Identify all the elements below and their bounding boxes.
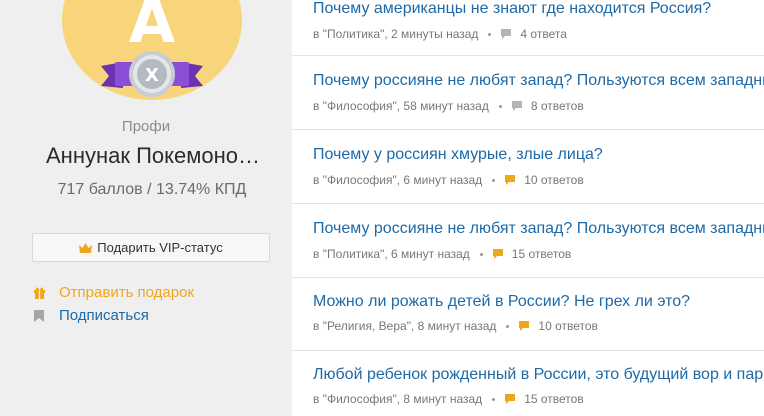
question-category[interactable]: в "Философия"	[313, 392, 397, 406]
question-time: 6 минут назад	[391, 247, 470, 261]
send-gift-label: Отправить подарок	[59, 284, 195, 301]
question-meta: в "Философия", 58 минут назад 8 ответов	[313, 99, 584, 113]
question-meta: в "Политика", 6 минут назад 15 ответов	[313, 247, 572, 261]
answer-count[interactable]: 4 ответа	[520, 27, 566, 41]
question-time: 8 минут назад	[417, 319, 497, 333]
question-time: 6 минут назад	[403, 173, 483, 187]
separator-dot	[479, 252, 483, 256]
question-feed: Почему американцы не знают где находится…	[292, 0, 764, 416]
comment-bubble-icon	[505, 394, 516, 404]
avatar-letter: А	[128, 0, 176, 57]
send-gift-link[interactable]: Отправить подарок	[32, 284, 194, 301]
badge-letter: X	[145, 65, 159, 86]
question-meta: в "Религия, Вера", 8 минут назад 10 отве…	[313, 319, 598, 333]
gift-vip-button[interactable]: Подарить VIP-статус	[32, 233, 270, 262]
subscribe-label: Подписаться	[59, 307, 149, 324]
question-time: 2 минуты назад	[391, 27, 479, 41]
question-title[interactable]: Почему россияне не любят запад? Пользуют…	[313, 220, 764, 238]
answer-count[interactable]: 10 ответов	[538, 319, 598, 333]
question-item: Почему россияне не любят запад? Пользуют…	[292, 204, 764, 278]
question-title[interactable]: Можно ли рожать детей в России? Не грех …	[313, 293, 764, 311]
gift-icon	[32, 286, 46, 300]
subscribe-link[interactable]: Подписаться	[32, 307, 149, 324]
comment-bubble-icon	[519, 321, 530, 331]
question-category[interactable]: в "Философия"	[313, 99, 397, 113]
comment-bubble-icon	[505, 175, 516, 185]
question-time: 8 минут назад	[403, 392, 483, 406]
question-item: Почему у россиян хмурые, злые лица? в "Ф…	[292, 130, 764, 204]
question-category[interactable]: в "Философия"	[313, 173, 397, 187]
question-item: Почему россияне не любят запад? Пользуют…	[292, 56, 764, 130]
question-category[interactable]: в "Политика"	[313, 247, 384, 261]
question-item: Любой ребенок рожденный в России, это бу…	[292, 350, 764, 416]
profile-sidebar: А X Профи Аннунак Покемоно… 717 баллов /…	[0, 0, 292, 416]
avatar-area: А X	[0, 0, 292, 110]
question-category[interactable]: в "Религия, Вера"	[313, 319, 411, 333]
answer-count[interactable]: 15 ответов	[524, 392, 584, 406]
separator-dot	[488, 32, 492, 36]
answer-count[interactable]: 8 ответов	[531, 99, 584, 113]
user-score: 717 баллов / 13.74% КПД	[57, 181, 247, 198]
question-meta: в "Политика", 2 минуты назад 4 ответа	[313, 27, 567, 41]
question-item: Можно ли рожать детей в России? Не грех …	[292, 277, 764, 351]
separator-dot	[506, 324, 510, 328]
rank-badge-icon: X	[101, 51, 203, 97]
crown-icon	[79, 242, 93, 253]
question-time: 58 минут назад	[403, 99, 489, 113]
separator-dot	[498, 104, 502, 108]
comment-bubble-icon	[501, 29, 512, 39]
answer-count[interactable]: 10 ответов	[524, 173, 584, 187]
comment-bubble-icon	[511, 101, 522, 111]
separator-dot	[492, 178, 496, 182]
question-title[interactable]: Почему у россиян хмурые, злые лица?	[313, 146, 764, 164]
question-meta: в "Философия", 8 минут назад 15 ответов	[313, 392, 584, 406]
gift-vip-label: Подарить VIP-статус	[97, 240, 223, 255]
question-title[interactable]: Любой ребенок рожденный в России, это бу…	[313, 366, 764, 384]
question-meta: в "Философия", 6 минут назад 10 ответов	[313, 173, 584, 187]
question-title[interactable]: Почему россияне не любят запад? Пользуют…	[313, 72, 764, 90]
separator-dot	[492, 397, 496, 401]
question-item: Почему американцы не знают где находится…	[292, 0, 764, 56]
user-name[interactable]: Аннунак Покемоно…	[0, 143, 292, 169]
answer-count[interactable]: 15 ответов	[512, 247, 572, 261]
question-title[interactable]: Почему американцы не знают где находится…	[313, 0, 764, 18]
bookmark-icon	[32, 309, 46, 323]
comment-bubble-icon	[492, 249, 503, 259]
user-rank: Профи	[121, 118, 171, 135]
question-category[interactable]: в "Политика"	[313, 27, 384, 41]
